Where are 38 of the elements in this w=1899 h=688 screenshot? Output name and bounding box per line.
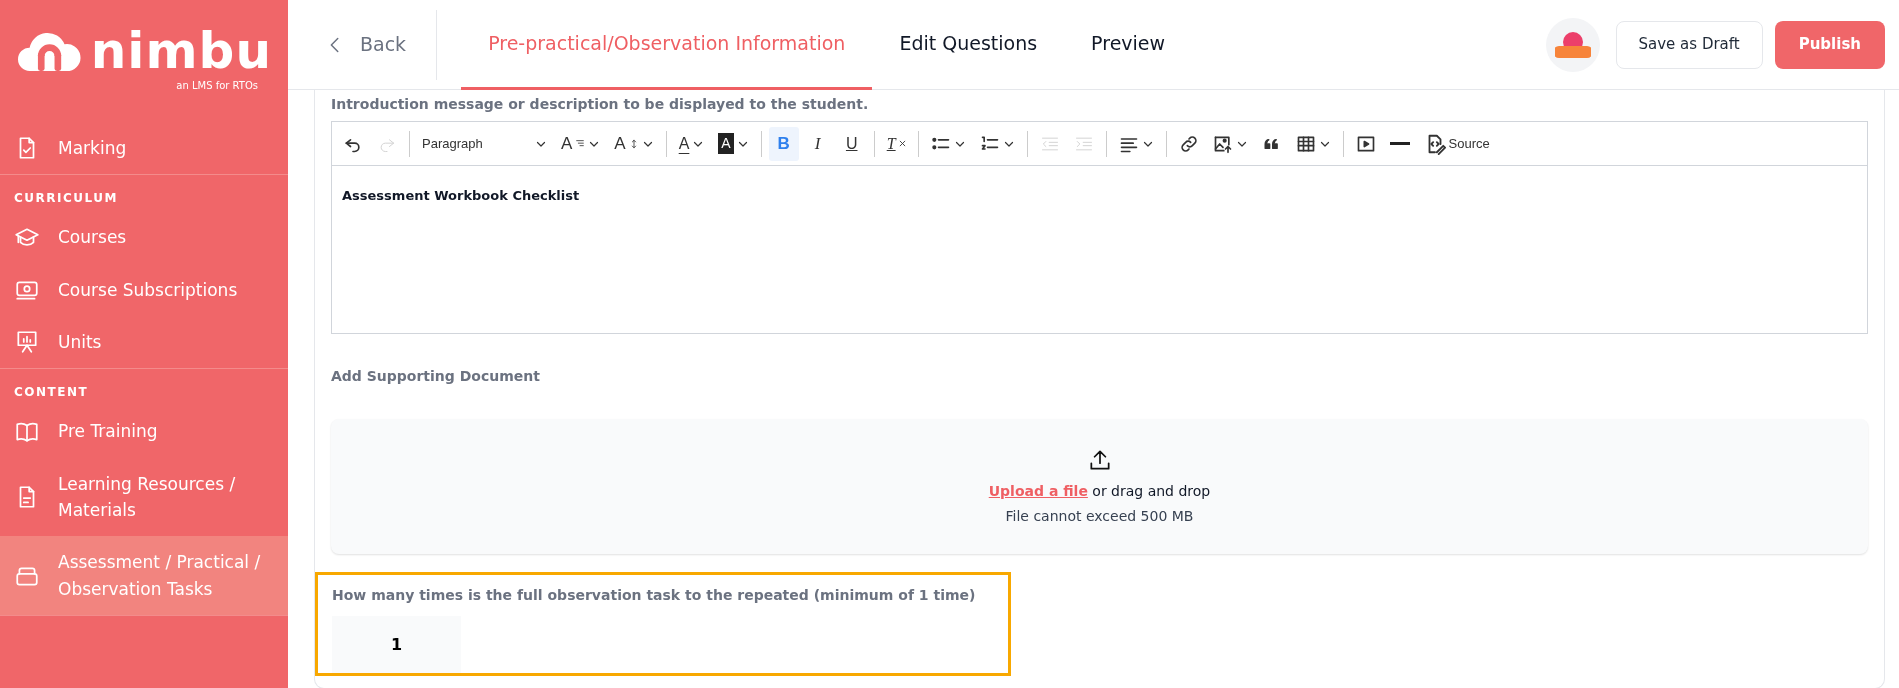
- bold-button[interactable]: B: [768, 126, 799, 161]
- font-color-dropdown[interactable]: A: [673, 126, 710, 161]
- italic-button[interactable]: I: [802, 126, 833, 161]
- cloud-mascot-icon: [1554, 29, 1591, 60]
- sidebar-item-label: Learning Resources / Materials: [58, 472, 237, 523]
- sidebar-item-label: Pre Training: [58, 420, 158, 444]
- save-draft-button[interactable]: Save as Draft: [1615, 20, 1763, 69]
- sidebar-item-label: Assessment / Practical / Observation Tasks: [58, 551, 262, 601]
- logo-tagline: an LMS for RTOs: [176, 80, 258, 91]
- cross-icon: [898, 140, 906, 147]
- field-label: How many times is the full observation task to the repeated (minimum of 1 time): [332, 587, 976, 603]
- section-heading: CURRICULUM: [14, 191, 118, 206]
- horizontal-line-icon: [1389, 142, 1410, 145]
- logo-text: nimbu: [90, 26, 272, 76]
- presentation-board-icon: [14, 329, 40, 356]
- highlight-dropdown[interactable]: A: [713, 126, 754, 161]
- link-icon: [1178, 133, 1199, 154]
- tab[interactable]: Preview: [1064, 0, 1193, 90]
- underline-button[interactable]: U: [836, 126, 867, 161]
- source-button[interactable]: Source: [1418, 126, 1495, 161]
- section-heading: CONTENT: [14, 385, 89, 400]
- back-button[interactable]: Back: [318, 9, 438, 80]
- remove-format-button[interactable]: T: [881, 126, 911, 161]
- field-label: Introduction message or description to be displayed to the student.: [331, 96, 869, 112]
- sidebar-item-label: Units: [58, 331, 102, 355]
- sidebar-item-label: Marking: [58, 137, 127, 160]
- sidebar-item-label: Courses: [58, 226, 127, 250]
- number-field[interactable]: 1: [332, 616, 461, 673]
- upload-instruction: Upload a file or drag and drop: [988, 481, 1211, 501]
- font-size-dropdown[interactable]: A: [556, 126, 606, 161]
- section-label: Add Supporting Document: [331, 368, 540, 384]
- sidebar-item-label: Course Subscriptions: [58, 278, 238, 302]
- upload-hint: File cannot exceed 500 MB: [1005, 507, 1194, 524]
- paragraph-dropdown[interactable]: Paragraph: [417, 126, 552, 161]
- upload-dropzone[interactable]: Upload a file or drag and drop File cannot exceed 500 MB: [331, 419, 1868, 554]
- tab[interactable]: Edit Questions: [872, 0, 1065, 90]
- line-height-dropdown[interactable]: A: [609, 126, 659, 161]
- editor-text: Assessment Workbook Checklist: [342, 188, 580, 203]
